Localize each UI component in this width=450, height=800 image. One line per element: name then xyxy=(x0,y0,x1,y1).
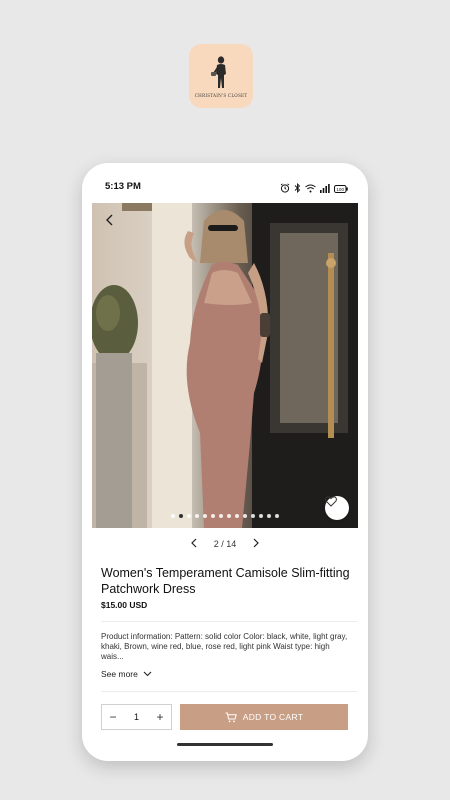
gallery-dot[interactable] xyxy=(219,514,223,518)
gallery-dot[interactable] xyxy=(203,514,207,518)
phone-frame: 5:13 PM 100 2 / 14 Women's Temperament C… xyxy=(82,163,368,761)
gallery-dot[interactable] xyxy=(243,514,247,518)
back-arrow-icon xyxy=(106,214,113,226)
wifi-icon xyxy=(305,180,316,198)
logo-text: CHRISTAIN'S CLOSET xyxy=(194,93,248,98)
gallery-dot[interactable] xyxy=(179,514,183,518)
next-image-button[interactable] xyxy=(252,538,260,550)
heart-icon xyxy=(325,496,337,507)
chevron-right-icon xyxy=(253,538,260,548)
status-bar: 5:13 PM 100 xyxy=(82,163,368,203)
signal-icon xyxy=(320,180,330,198)
add-to-cart-label: ADD TO CART xyxy=(242,712,304,722)
gallery-dot[interactable] xyxy=(171,514,175,518)
quantity-value[interactable]: 1 xyxy=(126,712,148,722)
svg-text:100: 100 xyxy=(336,187,344,192)
product-image[interactable] xyxy=(92,203,358,528)
chevron-down-icon xyxy=(143,671,152,677)
gallery-dot[interactable] xyxy=(187,514,191,518)
divider xyxy=(101,621,357,622)
product-photo xyxy=(92,203,358,528)
status-icons: 100 xyxy=(280,180,348,198)
product-description: Product information: Pattern: solid colo… xyxy=(101,632,348,661)
app-logo: CHRISTAIN'S CLOSET xyxy=(189,44,253,108)
divider xyxy=(101,691,357,692)
gallery-dot[interactable] xyxy=(251,514,255,518)
see-more-link[interactable]: See more xyxy=(101,669,152,679)
quantity-stepper: − 1 + xyxy=(101,704,172,730)
alarm-icon xyxy=(280,180,290,198)
gallery-dot[interactable] xyxy=(259,514,263,518)
logo-figure-icon xyxy=(211,56,226,88)
cart-icon xyxy=(225,712,237,722)
status-time: 5:13 PM xyxy=(105,181,141,192)
gallery-pager: 2 / 14 xyxy=(82,538,368,550)
home-indicator[interactable] xyxy=(177,743,273,746)
back-button[interactable] xyxy=(104,213,124,233)
product-price: $15.00 USD xyxy=(101,600,148,610)
product-title: Women's Temperament Camisole Slim-fittin… xyxy=(101,566,350,596)
gallery-dot[interactable] xyxy=(235,514,239,518)
bluetooth-icon xyxy=(294,180,301,198)
gallery-dot[interactable] xyxy=(227,514,231,518)
gallery-dot[interactable] xyxy=(211,514,215,518)
pager-counter: 2 / 14 xyxy=(213,539,237,549)
gallery-dot[interactable] xyxy=(275,514,279,518)
gallery-dot[interactable] xyxy=(267,514,271,518)
gallery-dot[interactable] xyxy=(195,514,199,518)
chevron-left-icon xyxy=(190,538,197,548)
prev-image-button[interactable] xyxy=(190,538,198,550)
see-more-label: See more xyxy=(101,669,138,679)
decrease-quantity-button[interactable]: − xyxy=(102,710,124,724)
increase-quantity-button[interactable]: + xyxy=(149,710,171,724)
gallery-dots xyxy=(92,514,358,518)
add-to-cart-button[interactable]: ADD TO CART xyxy=(180,704,348,730)
battery-icon: 100 xyxy=(334,180,348,198)
